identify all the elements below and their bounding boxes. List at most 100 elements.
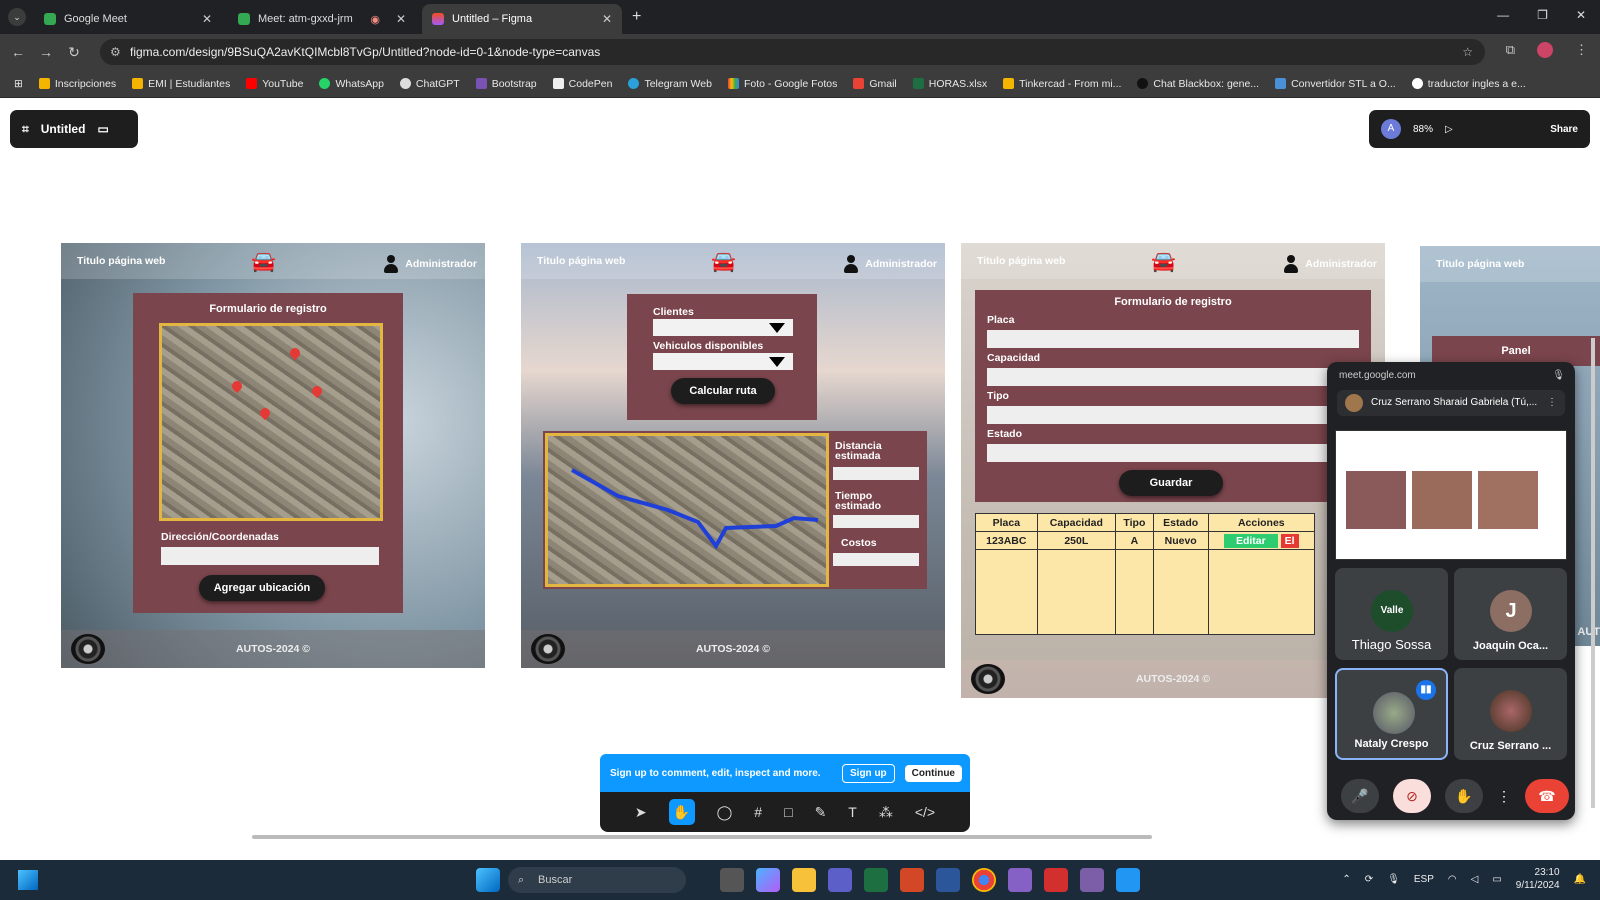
profile-icon[interactable]: [1537, 42, 1553, 58]
sync-icon[interactable]: ⟳: [1365, 874, 1373, 885]
chrome-icon[interactable]: [972, 868, 996, 892]
close-icon[interactable]: ✕: [602, 12, 612, 26]
raise-hand-icon[interactable]: ✋: [1445, 779, 1483, 813]
close-window-icon[interactable]: ✕: [1576, 8, 1586, 22]
vertical-scrollbar[interactable]: [1591, 338, 1595, 808]
participant-tile[interactable]: Valle Thiago Sossa: [1335, 568, 1448, 660]
tab-meet-call[interactable]: Meet: atm-gxxd-jrm ◉ ✕: [228, 4, 416, 34]
resources-icon[interactable]: ⁂: [879, 804, 893, 821]
bookmark-star-icon[interactable]: ☆: [1462, 39, 1473, 65]
tab-figma[interactable]: Untitled – Figma ✕: [422, 4, 622, 34]
file-name[interactable]: Untitled: [41, 122, 86, 136]
tab-google-meet[interactable]: Google Meet ✕: [34, 4, 222, 34]
visual-studio-icon[interactable]: [1008, 868, 1032, 892]
close-icon[interactable]: ✕: [396, 12, 406, 26]
delete-button[interactable]: El: [1280, 533, 1299, 548]
participant-tile[interactable]: Cruz Serrano ...: [1454, 668, 1567, 760]
bookmark-item[interactable]: Foto - Google Fotos: [727, 78, 837, 90]
copilot-icon[interactable]: [756, 868, 780, 892]
bookmark-item[interactable]: Telegram Web: [628, 78, 712, 90]
dev-mode-icon[interactable]: </>: [915, 804, 935, 820]
add-location-button[interactable]: Agregar ubicación: [199, 575, 325, 601]
forward-icon[interactable]: →: [32, 44, 60, 60]
status-input[interactable]: [987, 444, 1359, 462]
hand-tool-icon[interactable]: ✋: [668, 799, 695, 825]
menu-icon[interactable]: ⋮: [1575, 42, 1588, 58]
route-map[interactable]: [545, 433, 829, 587]
frame-route-calculator[interactable]: Titulo página web 🚘 Administrador Client…: [521, 243, 945, 668]
save-button[interactable]: Guardar: [1119, 470, 1223, 496]
site-info-icon[interactable]: ⚙: [110, 39, 121, 65]
reload-icon[interactable]: ↻: [60, 44, 88, 61]
maximize-icon[interactable]: ❐: [1537, 8, 1548, 22]
bookmark-item[interactable]: Chat Blackbox: gene...: [1137, 78, 1259, 90]
frame-tool-icon[interactable]: #: [754, 804, 762, 820]
presenter-bar[interactable]: Cruz Serrano Sharaid Gabriela (Tú,... ⋮: [1337, 390, 1565, 416]
meet-pip-window[interactable]: meet.google.com 🎙 Cruz Serrano Sharaid G…: [1327, 362, 1575, 820]
minimize-icon[interactable]: —: [1497, 8, 1509, 22]
share-button[interactable]: Share: [1550, 124, 1578, 135]
figma-canvas[interactable]: ⌗ Untitled ▭ A 88% ▷ Share Titulo página…: [0, 98, 1600, 860]
type-input[interactable]: [987, 406, 1359, 424]
bookmark-item[interactable]: Convertidor STL a O...: [1275, 78, 1396, 90]
powerpoint-icon[interactable]: [900, 868, 924, 892]
app-icon[interactable]: [1080, 868, 1104, 892]
shape-tool-icon[interactable]: □: [784, 804, 792, 820]
url-field[interactable]: ⚙ figma.com/design/9BSuQA2avKtQIMcbl8TvG…: [100, 39, 1485, 65]
bookmark-item[interactable]: CodePen: [552, 78, 612, 90]
comment-tool-icon[interactable]: ◯: [717, 804, 733, 821]
app-icon[interactable]: [1044, 868, 1068, 892]
bookmark-item[interactable]: YouTube: [246, 78, 303, 90]
clients-select[interactable]: [653, 319, 793, 336]
chevron-up-icon[interactable]: ⌃: [1342, 874, 1350, 885]
language-indicator[interactable]: ESP: [1414, 874, 1434, 885]
apps-grid-icon[interactable]: ⊞: [14, 78, 23, 90]
end-call-icon[interactable]: ☎: [1525, 779, 1569, 813]
bookmark-item[interactable]: Bootstrap: [475, 78, 537, 90]
microphone-icon[interactable]: 🎤: [1341, 779, 1379, 813]
plate-input[interactable]: [987, 330, 1359, 348]
tab-search-icon[interactable]: ⌄: [8, 8, 26, 26]
wifi-icon[interactable]: ◠: [1448, 874, 1457, 885]
excel-icon[interactable]: [864, 868, 888, 892]
continue-button[interactable]: Continue: [904, 764, 962, 782]
capacity-input[interactable]: [987, 368, 1359, 386]
bookmark-item[interactable]: HORAS.xlsx: [912, 78, 987, 90]
address-input[interactable]: [161, 547, 379, 565]
signup-button[interactable]: Sign up: [842, 763, 895, 783]
camera-off-icon[interactable]: ⊘: [1393, 779, 1431, 813]
windows-start-icon[interactable]: [18, 870, 38, 890]
bookmark-item[interactable]: EMI | Estudiantes: [132, 78, 230, 90]
back-icon[interactable]: ←: [4, 44, 32, 60]
app-icon[interactable]: [1116, 868, 1140, 892]
frame-location-form[interactable]: Titulo página web 🚘 Administrador Formul…: [61, 243, 485, 668]
bookmark-item[interactable]: WhatsApp: [319, 78, 384, 90]
text-tool-icon[interactable]: T: [848, 804, 857, 820]
sidebar-toggle-icon[interactable]: ▭: [97, 122, 108, 136]
word-icon[interactable]: [936, 868, 960, 892]
notification-icon[interactable]: 🔔: [1574, 874, 1586, 885]
more-options-icon[interactable]: ⋮: [1547, 390, 1557, 416]
new-tab-icon[interactable]: +: [632, 8, 641, 26]
task-view-icon[interactable]: [720, 868, 744, 892]
clock[interactable]: 23:10 9/11/2024: [1516, 866, 1560, 892]
move-tool-icon[interactable]: ➤: [635, 804, 647, 821]
pen-tool-icon[interactable]: ✎: [815, 804, 827, 821]
teams-icon[interactable]: [828, 868, 852, 892]
participant-tile[interactable]: J Joaquin Oca...: [1454, 568, 1567, 660]
more-options-icon[interactable]: ⋮: [1497, 779, 1511, 813]
frame-vehicle-registration[interactable]: Titulo página web 🚘 Administrador Formul…: [961, 243, 1385, 698]
bookmark-item[interactable]: ChatGPT: [399, 78, 460, 90]
start-icon[interactable]: [476, 868, 500, 892]
edit-button[interactable]: Editar: [1223, 533, 1278, 548]
bookmark-item[interactable]: Gmail: [853, 78, 897, 90]
file-explorer-icon[interactable]: [792, 868, 816, 892]
calculate-route-button[interactable]: Calcular ruta: [671, 378, 775, 404]
microphone-icon[interactable]: 🎙: [1387, 874, 1400, 885]
figma-file-menu[interactable]: ⌗ Untitled ▭: [10, 110, 138, 148]
participant-tile[interactable]: ▮▮ Nataly Crespo: [1335, 668, 1448, 760]
vehicles-select[interactable]: [653, 353, 793, 370]
avatar[interactable]: A: [1381, 119, 1401, 139]
city-map[interactable]: [159, 323, 383, 521]
horizontal-scrollbar[interactable]: [252, 835, 1152, 839]
